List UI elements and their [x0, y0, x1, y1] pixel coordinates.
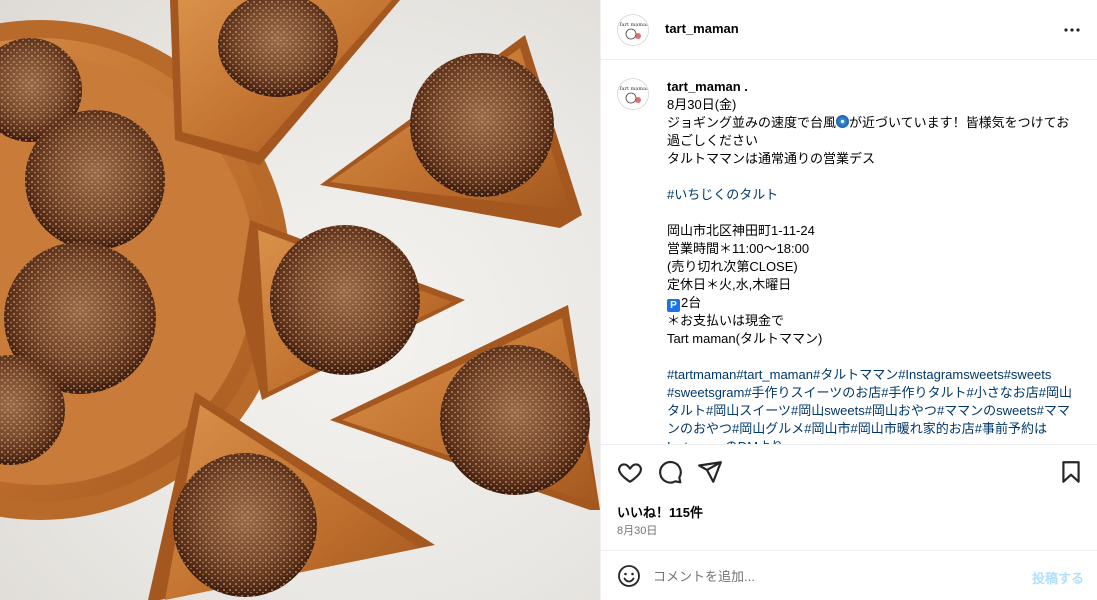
svg-text:Tart maman: Tart maman: [619, 22, 649, 28]
emoji-icon[interactable]: [617, 564, 641, 588]
hashtag-link[interactable]: #タルトママン: [813, 367, 898, 382]
hashtag-link[interactable]: #岡山グルメ: [732, 421, 804, 436]
caption-closed-days: 定休日＊火,水,木曜日: [667, 277, 792, 292]
hashtag-link[interactable]: #sweetsgram: [667, 385, 744, 400]
header-username[interactable]: tart_maman: [665, 21, 739, 36]
caption-parking: P 2台: [667, 294, 1079, 312]
comment-bar: 投稿する: [601, 550, 1097, 600]
post-header: Tart maman tart_maman: [601, 0, 1097, 60]
post-details-panel: Tart maman tart_maman Tart maman tart_ma…: [600, 0, 1097, 600]
post-comment-button[interactable]: 投稿する: [1032, 568, 1084, 587]
hashtag-link[interactable]: #岡山スイーツ: [706, 403, 791, 418]
like-count[interactable]: いいね！115件: [617, 502, 703, 521]
caption-avatar[interactable]: Tart maman: [617, 78, 649, 110]
caption-text: tart_maman . 8月30日(金) ジョギング並みの速度で台風 が近づいて…: [667, 78, 1079, 444]
heart-icon[interactable]: [617, 459, 643, 485]
hashtag-link[interactable]: #岡山市: [804, 421, 850, 436]
hashtag-block: #tartmaman#tart_maman#タルトママン#Instagramsw…: [667, 366, 1079, 444]
hashtag-link[interactable]: #岡山市暖れ家的お店: [850, 421, 974, 436]
comment-input[interactable]: [653, 564, 1013, 588]
hashtag-link[interactable]: #手作りタルト: [881, 385, 966, 400]
svg-text:Tart maman: Tart maman: [619, 86, 649, 92]
cyclone-emoji-icon: [836, 115, 850, 128]
bookmark-icon[interactable]: [1058, 459, 1084, 485]
tart-photo-illustration: [0, 0, 600, 600]
hashtag-link[interactable]: #いちじくのタルト: [667, 187, 778, 202]
caption-line-open: タルトママンは通常通りの営業デス: [667, 151, 876, 166]
hashtag-link[interactable]: #sweets: [1004, 367, 1052, 382]
caption-username[interactable]: tart_maman .: [667, 78, 1079, 96]
caption-blank: [667, 168, 1079, 186]
tart-slice-top: [170, 0, 400, 165]
avatar-logo-icon: Tart maman: [619, 80, 649, 109]
hashtag-link[interactable]: #小さなお店: [967, 385, 1039, 400]
tart-slice-right-upper: [320, 35, 582, 228]
hashtag-link[interactable]: #tart_maman: [736, 367, 813, 382]
caption-shop-name: Tart maman(タルトママン): [667, 331, 823, 346]
avatar-logo-icon: Tart maman: [619, 16, 649, 45]
caption-date: 8月30日(金): [667, 97, 737, 112]
parking-icon: P: [667, 299, 680, 312]
caption-address: 岡山市北区神田町1-11-24: [667, 223, 815, 238]
avatar[interactable]: Tart maman: [617, 14, 649, 46]
caption-text-segment: ジョギング並みの速度で台風: [667, 115, 837, 130]
hashtag-link[interactable]: #手作りスイーツのお店: [744, 385, 881, 400]
caption-hours: 営業時間＊11:00〜18:00: [667, 241, 810, 256]
caption-blank: [667, 204, 1079, 222]
more-dots-icon[interactable]: [1060, 18, 1084, 42]
hashtag-link[interactable]: #tartmaman: [667, 367, 736, 382]
send-icon[interactable]: [697, 459, 723, 485]
parking-text: 2台: [681, 295, 702, 310]
action-bar: [601, 447, 1097, 497]
hashtag-link[interactable]: #ママンのsweets: [937, 403, 1037, 418]
caption-blank: [667, 348, 1079, 366]
caption-payment: ＊お支払いは現金で: [667, 313, 785, 328]
hashtag-link[interactable]: #岡山sweets: [791, 403, 865, 418]
caption-line-typhoon: ジョギング並みの速度で台風 が近づいています！皆様気をつけてお過ごしください: [667, 114, 1079, 150]
comment-icon[interactable]: [657, 459, 683, 485]
post-image[interactable]: [0, 0, 600, 600]
caption-soldout: (売り切れ次第CLOSE): [667, 259, 798, 274]
post-date[interactable]: 8月30日: [617, 522, 657, 538]
hashtag-link[interactable]: #Instagramsweets: [898, 367, 1004, 382]
caption-area: Tart maman tart_maman . 8月30日(金) ジョギング並み…: [601, 61, 1097, 445]
hashtag-link[interactable]: #岡山おやつ: [865, 403, 937, 418]
